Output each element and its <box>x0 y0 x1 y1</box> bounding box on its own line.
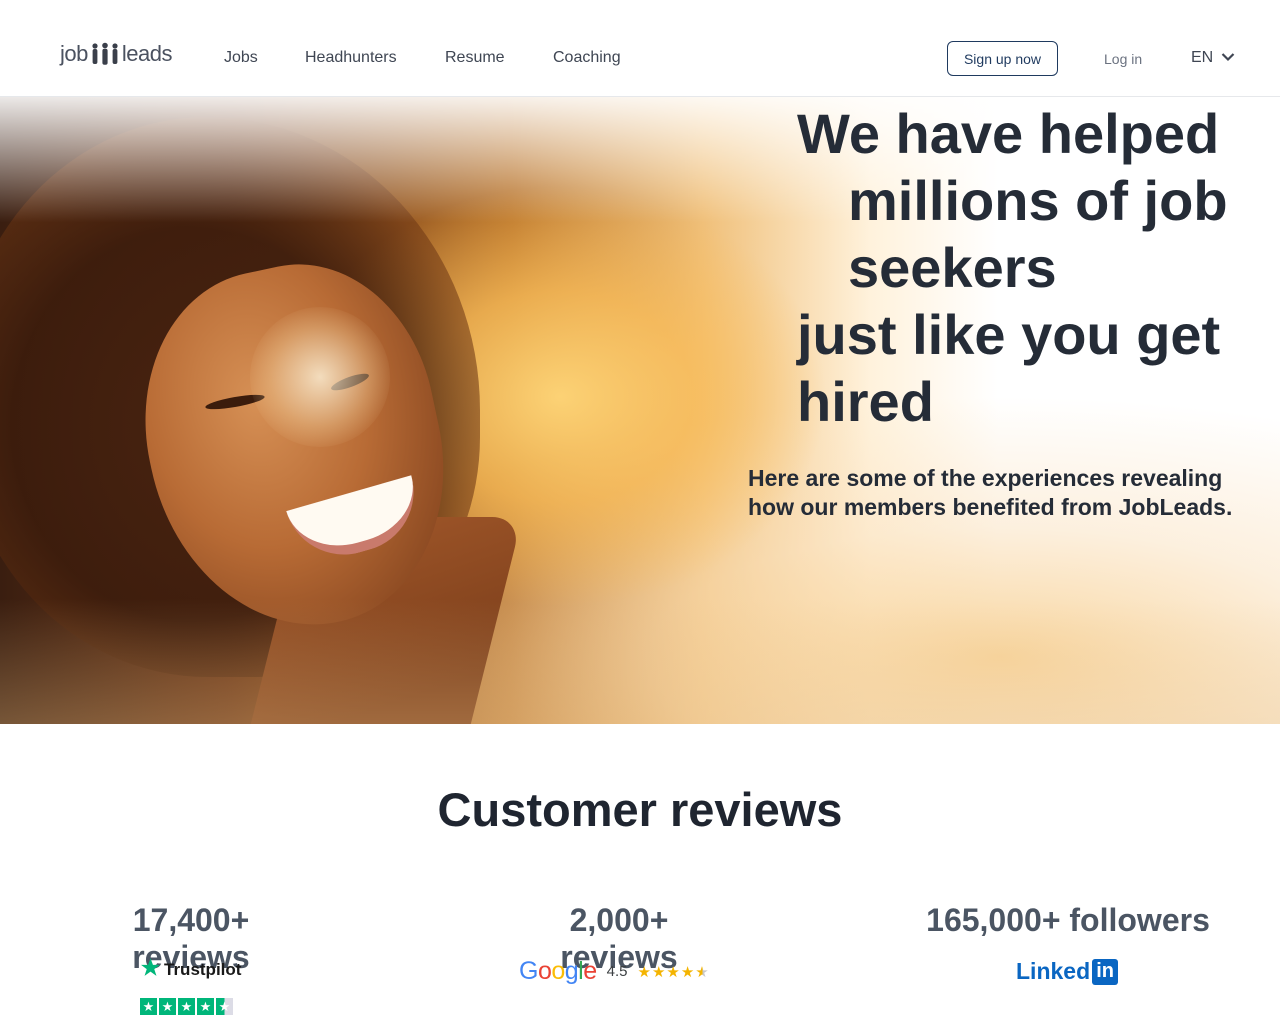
trustpilot-logo[interactable]: Trustpilot <box>140 957 241 983</box>
chevron-down-icon <box>1221 49 1235 67</box>
linkedin-in-icon: in <box>1092 958 1119 985</box>
google-reviews-badge[interactable]: Google 4.5 ★★★★★ <box>519 957 710 986</box>
hero-subtitle: Here are some of the experiences reveali… <box>748 465 1233 520</box>
nav-headhunters[interactable]: Headhunters <box>305 49 397 67</box>
trustpilot-wordmark: Trustpilot <box>164 960 242 979</box>
login-link[interactable]: Log in <box>1104 51 1142 67</box>
hero-title-line: hired <box>797 370 934 433</box>
reviews-title: Customer reviews <box>437 783 843 836</box>
signup-button[interactable]: Sign up now <box>947 41 1058 76</box>
hero-title-line: just like you get <box>797 303 1221 366</box>
hero-title-line: millions of job <box>848 169 1228 232</box>
star-icon: ★ <box>159 998 176 1015</box>
nav-jobs[interactable]: Jobs <box>224 49 258 67</box>
signup-label: Sign up now <box>963 50 1042 67</box>
hero-title-line: seekers <box>848 236 1057 299</box>
hero-title: We have helped millions of job seekers j… <box>797 100 1257 435</box>
half-star-icon: ★ <box>216 998 233 1015</box>
google-rating-stars: ★★★★★ <box>637 963 710 981</box>
site-header: job leads Jobs Headhunters Resume Coachi… <box>0 0 1280 97</box>
nav-coaching[interactable]: Coaching <box>553 49 621 67</box>
logo-people-icon <box>90 42 120 66</box>
hero-title-line: We have helped <box>797 102 1220 165</box>
logo-text-job: job <box>60 41 88 66</box>
logo-text-leads: leads <box>121 41 173 66</box>
google-rating-value: 4.5 <box>606 963 628 980</box>
star-icon: ★ <box>178 998 195 1015</box>
trustpilot-rating-stars: ★ ★ ★ ★ ★ <box>140 998 233 1015</box>
jobleads-logo[interactable]: job leads <box>60 40 172 68</box>
trustpilot-star-icon <box>140 957 161 983</box>
language-label: EN <box>1191 49 1214 66</box>
linkedin-logo[interactable]: Linked in <box>1016 958 1119 985</box>
linkedin-follower-count: 165,000+ followers <box>926 902 1210 938</box>
google-logo: Google <box>519 957 597 985</box>
nav-resume[interactable]: Resume <box>445 49 505 67</box>
star-icon: ★ <box>197 998 214 1015</box>
linkedin-wordmark: Linked <box>1016 958 1091 984</box>
star-icon: ★ <box>140 998 157 1015</box>
language-selector[interactable]: EN <box>1191 49 1235 67</box>
